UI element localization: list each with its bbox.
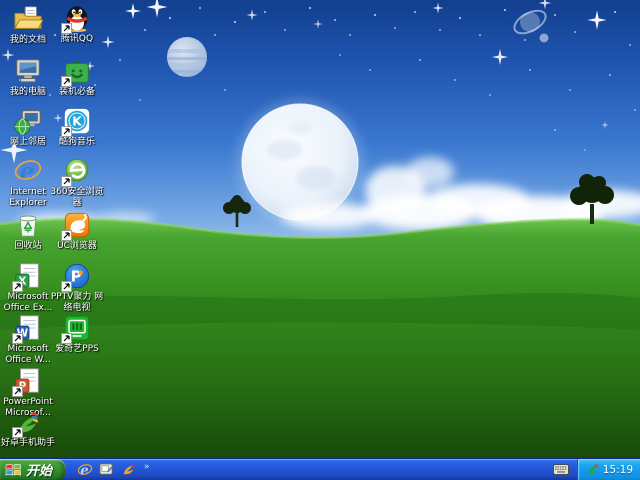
desktop-icon-recycle-bin[interactable]: 回收站 — [0, 210, 56, 252]
system-tray: 15:19 — [576, 458, 640, 480]
desktop-icon-network-places[interactable]: 网上邻居 — [0, 106, 56, 148]
swoosh-app-icon — [123, 464, 135, 475]
word-icon: W — [12, 313, 43, 344]
desktop-screen: 我的文档 腾讯QQ 我的电脑 装机必备 网上邻居 K 酷狗音乐 e Intern… — [0, 0, 640, 480]
desktop-icon-haozhuo-assistant[interactable]: 好卓手机助手 — [0, 407, 56, 449]
shortcut-arrow-icon — [12, 427, 23, 438]
desktop-icon-uc-browser[interactable]: UC浏览器 — [49, 210, 105, 252]
uc-browser-icon — [61, 210, 92, 241]
start-button[interactable]: 开始 — [0, 458, 67, 480]
kugou-icon: K — [61, 106, 92, 137]
pptv-icon: P — [61, 261, 92, 292]
desktop-icon-360-safe-browser[interactable]: 360安全浏览器 — [49, 156, 105, 208]
desktop-icon-label: PPTV聚力 网络电视 — [50, 292, 104, 313]
tray-app-icon[interactable] — [586, 463, 599, 476]
taskbar-clock[interactable]: 15:19 — [603, 464, 633, 476]
excel-icon: X — [12, 261, 43, 292]
shortcut-arrow-icon — [61, 176, 72, 187]
my-computer-icon — [13, 56, 43, 86]
quick-launch-show-desktop[interactable] — [98, 461, 115, 478]
desktop-icon-label: 酷狗音乐 — [58, 137, 95, 147]
shortcut-arrow-icon — [61, 76, 72, 87]
desktop-icon-label: 腾讯QQ — [60, 34, 94, 44]
shortcut-arrow-icon — [12, 333, 23, 344]
quick-launch-overflow-chevron[interactable]: » — [144, 463, 150, 472]
desktop-icon-label: UC浏览器 — [57, 241, 97, 251]
internet-explorer-icon: e — [13, 156, 43, 186]
desktop-icon-my-computer[interactable]: 我的电脑 — [0, 56, 56, 98]
quick-launch-media-app[interactable] — [120, 461, 137, 478]
powerpoint-icon: P — [12, 366, 43, 397]
desktop-icon-label: 我的文档 — [9, 35, 46, 45]
quick-launch-internet-explorer[interactable]: e — [76, 461, 93, 478]
shortcut-arrow-icon — [61, 126, 72, 137]
360-browser-icon — [61, 156, 92, 187]
desktop-icon-iqiyi-pps[interactable]: 爱奇艺PPS — [49, 313, 105, 355]
desktop-icon-label: 好卓手机助手 — [0, 438, 55, 448]
my-documents-icon — [13, 4, 43, 34]
desktop-icon-label: 装机必备 — [58, 87, 95, 97]
desktop-icon-bundled-software[interactable]: 装机必备 — [49, 56, 105, 98]
network-places-icon — [13, 106, 43, 136]
shortcut-arrow-icon — [61, 23, 72, 34]
desktop-icon-label: 网上邻居 — [9, 137, 46, 147]
desktop-icon-ms-office-excel[interactable]: X Microsoft Office Ex... — [0, 261, 56, 313]
language-bar-button[interactable] — [549, 461, 573, 479]
desktop-icon-label: 360安全浏览器 — [50, 187, 104, 208]
haozhuo-assistant-icon — [12, 407, 43, 438]
desktop-icon-ms-office-word[interactable]: W Microsoft Office W... — [0, 313, 56, 365]
shortcut-arrow-icon — [12, 386, 23, 397]
windows-logo-icon — [5, 463, 21, 476]
shortcut-arrow-icon — [61, 230, 72, 241]
recycle-bin-icon — [13, 210, 43, 240]
start-label: 开始 — [26, 464, 53, 479]
shortcut-arrow-icon — [12, 281, 23, 292]
desktop-icon-pptv[interactable]: P PPTV聚力 网络电视 — [49, 261, 105, 313]
show-desktop-icon — [99, 463, 113, 475]
ie-icon: e — [77, 463, 92, 478]
desktop-icon-internet-explorer[interactable]: e Internet Explorer — [0, 156, 56, 208]
desktop-icon-label: Internet Explorer — [9, 187, 47, 208]
keyboard-icon — [552, 464, 569, 475]
desktop-icon-label: 回收站 — [14, 241, 42, 251]
shortcut-arrow-icon — [61, 281, 72, 292]
desktop-icon-tencent-qq[interactable]: 腾讯QQ — [49, 3, 105, 45]
taskbar: 开始 e » 15:19 — [0, 458, 640, 480]
qq-penguin-icon — [61, 3, 92, 34]
software-bag-icon — [61, 56, 92, 87]
shortcut-arrow-icon — [61, 333, 72, 344]
desktop-icon-label: Microsoft Office W... — [5, 344, 51, 365]
desktop-icon-label: 我的电脑 — [9, 87, 46, 97]
svg-text:K: K — [72, 115, 82, 129]
desktop-icon-label: 爱奇艺PPS — [55, 344, 99, 354]
quick-launch-bar: e » — [76, 461, 150, 478]
desktop-icon-label: Microsoft Office Ex... — [3, 292, 53, 313]
svg-text:P: P — [71, 268, 82, 286]
desktop-icon-my-documents[interactable]: 我的文档 — [0, 4, 56, 46]
desktop-icon-kugou-music[interactable]: K 酷狗音乐 — [49, 106, 105, 148]
iqiyi-pps-icon — [61, 313, 92, 344]
